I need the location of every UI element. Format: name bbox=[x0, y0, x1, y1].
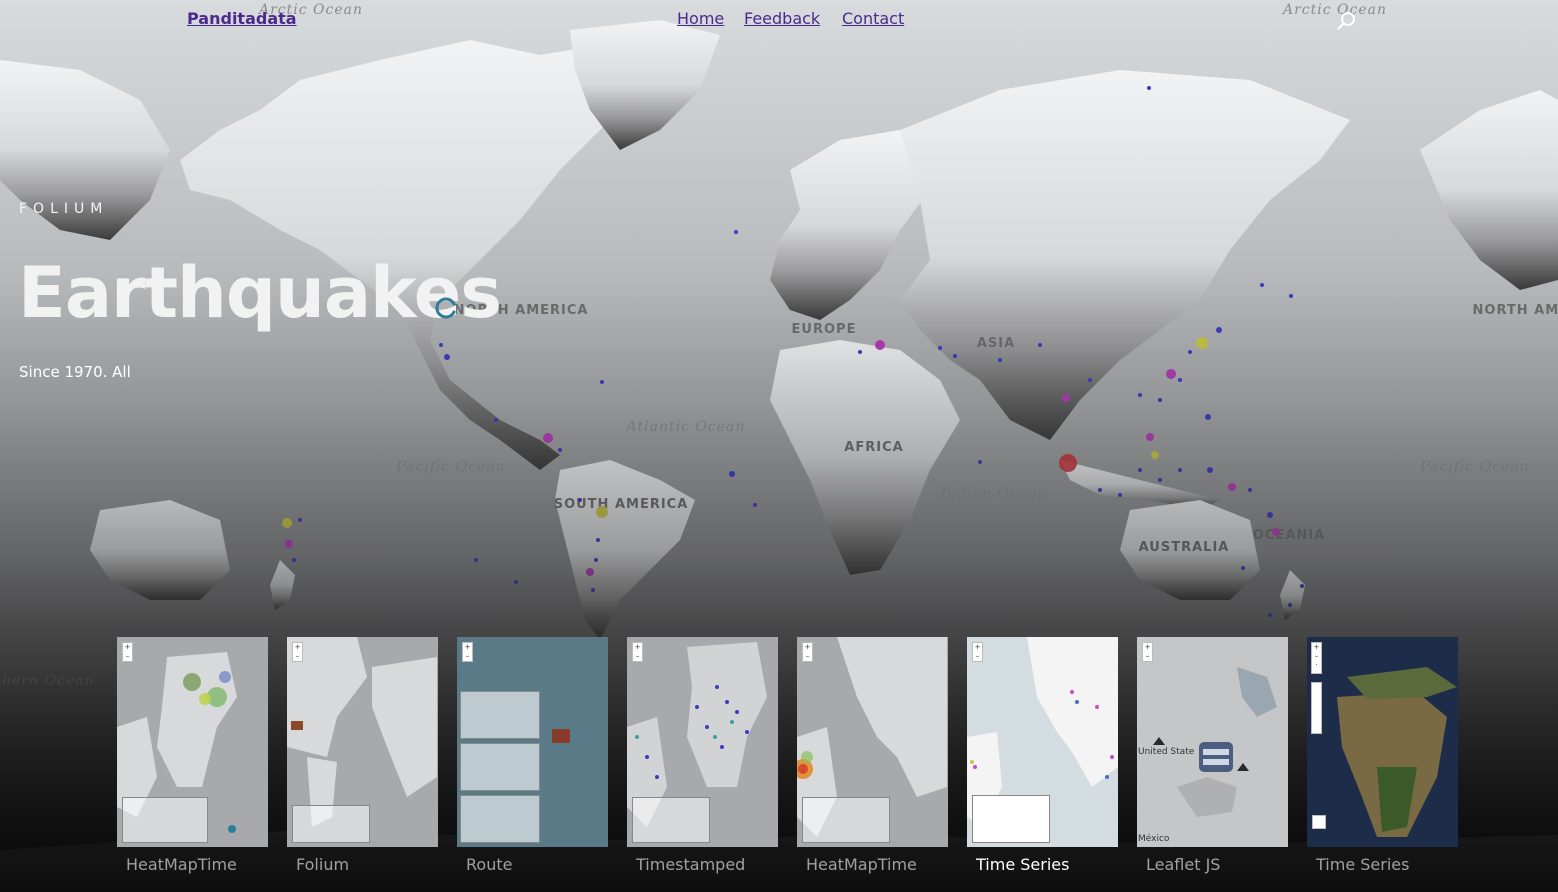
brand-link[interactable]: Panditadata bbox=[187, 9, 297, 28]
time-player[interactable] bbox=[632, 797, 710, 843]
label-southern-ocean: Southern Ocean bbox=[0, 673, 95, 689]
time-player[interactable] bbox=[460, 691, 540, 739]
thumbnail: + – bbox=[287, 637, 438, 847]
gallery-card-route[interactable]: + – Route bbox=[457, 637, 608, 874]
zoom-in-icon[interactable]: + – bbox=[632, 642, 643, 662]
card-label: Route bbox=[466, 855, 513, 874]
quake-marker bbox=[1146, 433, 1154, 441]
time-player[interactable] bbox=[460, 743, 540, 791]
quake-marker bbox=[1196, 337, 1208, 349]
label-africa: AFRICA bbox=[844, 440, 903, 455]
label-oceania: OCEANIA bbox=[1253, 528, 1325, 543]
card-label: Time Series bbox=[976, 855, 1070, 874]
quake-marker bbox=[1059, 454, 1077, 472]
time-player[interactable] bbox=[292, 805, 370, 843]
nav-home[interactable]: Home bbox=[677, 9, 724, 28]
label-pacific-ocean: Pacific Ocean bbox=[395, 459, 505, 475]
label-atlantic-ocean: Atlantic Ocean bbox=[625, 419, 746, 435]
gallery-card-timestamped[interactable]: + – Timestamped bbox=[627, 637, 778, 874]
time-player[interactable] bbox=[972, 795, 1050, 843]
gallery-card-leaflet-js[interactable]: United State México + – Leaflet JS bbox=[1137, 637, 1288, 874]
quake-marker bbox=[285, 540, 293, 548]
nav-feedback[interactable]: Feedback bbox=[744, 9, 820, 28]
zoom-in-icon[interactable]: + – · bbox=[1311, 642, 1322, 674]
quake-marker bbox=[875, 340, 885, 350]
top-nav: Panditadata Home Feedback Contact bbox=[0, 8, 1558, 32]
label-pacific-ocean-right: Pacific Ocean bbox=[1419, 459, 1529, 475]
card-label: Time Series bbox=[1316, 855, 1410, 874]
thumbnail: United State México + – bbox=[1137, 637, 1288, 847]
card-label: Leaflet JS bbox=[1146, 855, 1221, 874]
quake-marker bbox=[586, 568, 594, 576]
quake-marker bbox=[1166, 369, 1176, 379]
gallery-card-time-series[interactable]: + – Time Series bbox=[967, 637, 1118, 874]
quake-marker bbox=[596, 506, 608, 518]
label-indian-ocean: Indian Ocean bbox=[940, 486, 1048, 502]
thumb-label-united-state: United State bbox=[1138, 747, 1195, 757]
hero-title: Earthquakes bbox=[18, 252, 502, 334]
time-player[interactable] bbox=[122, 797, 208, 843]
fullscreen-icon[interactable] bbox=[1312, 815, 1326, 829]
quake-marker bbox=[1062, 394, 1070, 402]
card-label: Timestamped bbox=[636, 855, 746, 874]
thumbnail: + – bbox=[627, 637, 778, 847]
card-label: HeatMapTime bbox=[806, 855, 917, 874]
quake-marker bbox=[1151, 451, 1159, 459]
label-asia: ASIA bbox=[977, 336, 1015, 351]
example-gallery: + – HeatMapTime + – Folium + – Route + –… bbox=[117, 637, 1462, 887]
nav-contact[interactable]: Contact bbox=[842, 9, 904, 28]
draw-toolbar[interactable] bbox=[1311, 682, 1322, 734]
zoom-in-icon[interactable]: + – bbox=[802, 642, 813, 662]
gallery-card-time-series-satellite[interactable]: + – · Time Series bbox=[1307, 637, 1458, 874]
search-icon[interactable] bbox=[1336, 10, 1358, 32]
quake-marker bbox=[1272, 528, 1280, 536]
quake-marker bbox=[282, 518, 292, 528]
thumbnail: + – · bbox=[1307, 637, 1458, 847]
thumb-label-mexico: México bbox=[1138, 833, 1170, 844]
thumbnail: + – bbox=[797, 637, 948, 847]
time-player[interactable] bbox=[802, 797, 890, 843]
zoom-in-icon[interactable]: + – bbox=[462, 642, 473, 662]
thumbnail: + – bbox=[967, 637, 1118, 847]
gallery-card-folium[interactable]: + – Folium bbox=[287, 637, 438, 874]
thumbnail: + – bbox=[457, 637, 608, 847]
loading-spinner-icon bbox=[435, 297, 456, 319]
zoom-in-icon[interactable]: + – bbox=[122, 642, 133, 662]
quake-marker bbox=[1228, 483, 1236, 491]
hero-subtitle: Since 1970. All bbox=[19, 363, 131, 381]
card-label: HeatMapTime bbox=[126, 855, 237, 874]
label-australia: AUSTRALIA bbox=[1139, 540, 1230, 555]
zoom-in-icon[interactable]: + – bbox=[292, 642, 303, 662]
label-europe: EUROPE bbox=[792, 322, 857, 337]
thumbnail: + – bbox=[117, 637, 268, 847]
gallery-card-heatmaptime[interactable]: + – HeatMapTime bbox=[117, 637, 268, 874]
zoom-in-icon[interactable]: + – bbox=[972, 642, 983, 662]
label-south-america: SOUTH AMERICA bbox=[554, 497, 689, 512]
quake-marker bbox=[543, 433, 553, 443]
hero-kicker: FOLIUM bbox=[19, 201, 109, 217]
label-north-america-wrap: NORTH AMERICA bbox=[1473, 303, 1558, 318]
card-label: Folium bbox=[296, 855, 350, 874]
gallery-card-heatmaptime-2[interactable]: + – HeatMapTime bbox=[797, 637, 948, 874]
zoom-in-icon[interactable]: + – bbox=[1142, 642, 1153, 662]
time-player[interactable] bbox=[460, 795, 540, 843]
